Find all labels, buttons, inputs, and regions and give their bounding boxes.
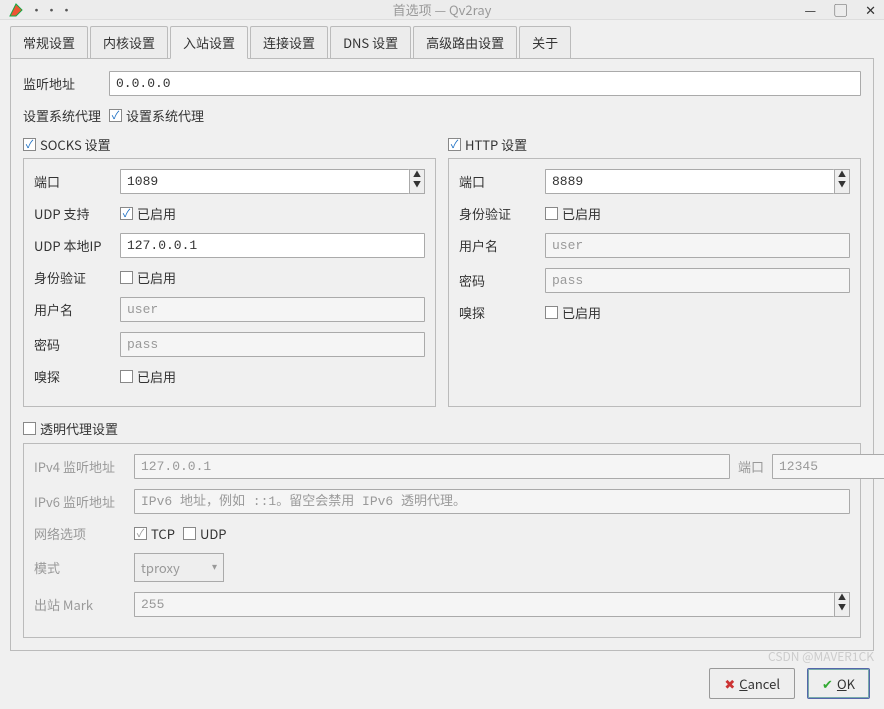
socks-port-input[interactable] (120, 169, 409, 194)
socks-fieldset: 端口 ▲▼ UDP 支持 ✓已启用 UDP 本地IP 身份验证 已启用 用户名 … (23, 158, 436, 407)
app-icon (8, 2, 24, 18)
dialog-buttons: ✖ Cancel ✔ OK (0, 658, 884, 709)
tproxy-enable-checkbox[interactable]: 透明代理设置 (23, 419, 118, 438)
maximize-icon[interactable]: ▢ (834, 0, 847, 19)
window-title: 首选项 — Qv2ray (0, 0, 884, 19)
sysproxy-checkbox[interactable]: ✓设置系统代理 (109, 106, 204, 125)
tab-kernel[interactable]: 内核设置 (90, 26, 168, 59)
ok-button[interactable]: ✔ OK (807, 668, 870, 699)
spin-down-icon[interactable]: ▼ (410, 180, 424, 190)
tproxy-ipv6-input (134, 489, 850, 514)
tproxy-mark-input (134, 592, 834, 617)
panel-inbound: 监听地址 设置系统代理 ✓设置系统代理 ✓ SOCKS 设置 端口 ▲▼ UDP… (10, 58, 874, 651)
socks-localip-input[interactable] (120, 233, 425, 258)
tabs: 常规设置 内核设置 入站设置 连接设置 DNS 设置 高级路由设置 关于 (0, 20, 884, 59)
http-auth-checkbox[interactable]: 已启用 (545, 204, 601, 223)
tproxy-fieldset: IPv4 监听地址 端口 ▲▼ IPv6 监听地址 网络选项 ✓TCP UDP … (23, 443, 861, 638)
listen-label: 监听地址 (23, 74, 101, 93)
http-pass-input (545, 268, 850, 293)
tab-routing[interactable]: 高级路由设置 (413, 26, 517, 59)
cancel-button[interactable]: ✖ Cancel (709, 668, 795, 699)
tproxy-mode-select: tproxy (134, 553, 224, 582)
tab-about[interactable]: 关于 (519, 26, 571, 59)
socks-udp-checkbox[interactable]: ✓已启用 (120, 204, 176, 223)
socks-enable-checkbox[interactable]: ✓ SOCKS 设置 (23, 135, 111, 154)
tproxy-tcp-checkbox: ✓TCP (134, 524, 175, 543)
tab-connection[interactable]: 连接设置 (250, 26, 328, 59)
socks-user-input (120, 297, 425, 322)
close-icon[interactable]: ✕ (865, 0, 876, 19)
socks-pass-input (120, 332, 425, 357)
tproxy-ipv4-input (134, 454, 730, 479)
menu-dots-icon[interactable]: ••• (30, 0, 75, 19)
titlebar: ••• 首选项 — Qv2ray — ▢ ✕ (0, 0, 884, 20)
http-fieldset: 端口 ▲▼ 身份验证 已启用 用户名 密码 嗅探 已启用 (448, 158, 861, 407)
tproxy-port-input (772, 454, 884, 479)
http-port-input[interactable] (545, 169, 834, 194)
http-sniff-checkbox[interactable]: 已启用 (545, 303, 601, 322)
minimize-icon[interactable]: — (804, 0, 816, 19)
tab-inbound[interactable]: 入站设置 (170, 26, 248, 59)
socks-sniff-checkbox[interactable]: 已启用 (120, 367, 176, 386)
spin-down-icon: ▼ (835, 603, 849, 613)
http-user-input (545, 233, 850, 258)
cancel-icon: ✖ (724, 674, 735, 693)
tab-dns[interactable]: DNS 设置 (330, 26, 411, 59)
http-enable-checkbox[interactable]: ✓ HTTP 设置 (448, 135, 527, 154)
spin-down-icon[interactable]: ▼ (835, 180, 849, 190)
socks-auth-checkbox[interactable]: 已启用 (120, 268, 176, 287)
tproxy-udp-checkbox: UDP (183, 524, 227, 543)
tab-general[interactable]: 常规设置 (10, 26, 88, 59)
listen-input[interactable] (109, 71, 861, 96)
ok-icon: ✔ (822, 674, 833, 693)
sysproxy-label: 设置系统代理 (23, 106, 101, 125)
